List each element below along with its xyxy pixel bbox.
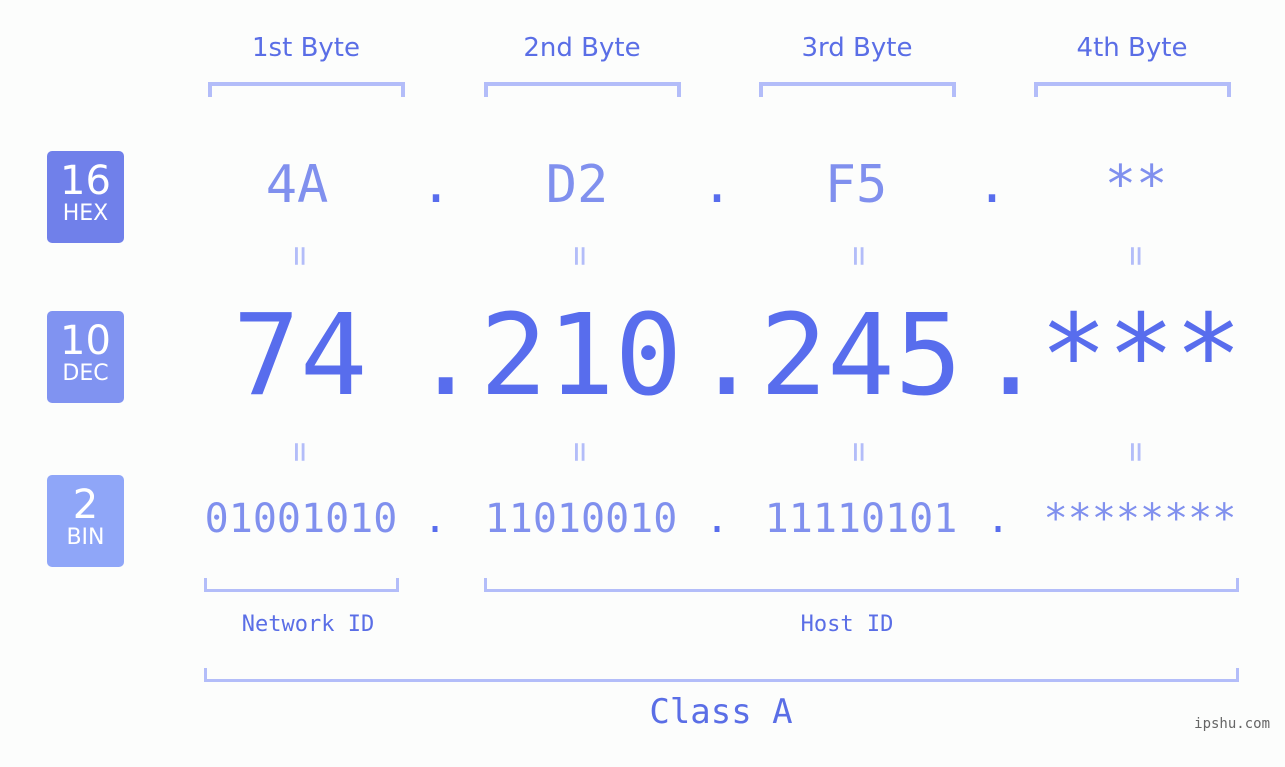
bin-byte-3: 11110101 <box>764 496 958 542</box>
host-id-bracket <box>484 578 1239 592</box>
dec-base-number: 10 <box>60 318 111 364</box>
byte-bracket-1 <box>208 82 405 97</box>
byte-header-1: 1st Byte <box>252 33 360 63</box>
hex-byte-4: ** <box>1104 155 1168 215</box>
hex-separator-1: . <box>420 155 452 215</box>
host-id-label: Host ID <box>800 612 894 637</box>
class-label: Class A <box>649 692 793 732</box>
network-id-label: Network ID <box>241 612 375 637</box>
byte-bracket-2 <box>484 82 681 97</box>
byte-header-3: 3rd Byte <box>801 33 913 63</box>
hex-base-name: HEX <box>62 201 109 226</box>
bin-byte-2: 11010010 <box>484 496 678 542</box>
hex-byte-1: 4A <box>265 155 329 215</box>
dec-base-badge: 10 DEC <box>47 311 124 403</box>
hex-byte-2: D2 <box>545 155 609 215</box>
byte-header-2: 2nd Byte <box>523 33 641 63</box>
dec-byte-1: 74 <box>232 291 368 421</box>
bin-separator-2: . <box>704 496 730 542</box>
dec-byte-3: 245 <box>759 291 963 421</box>
byte-header-4: 4th Byte <box>1076 33 1188 63</box>
class-bracket <box>204 668 1239 682</box>
dec-separator-1: . <box>412 291 480 421</box>
equals-sign: = <box>279 245 320 267</box>
hex-separator-3: . <box>976 155 1008 215</box>
equals-sign: = <box>1115 245 1156 267</box>
hex-separator-2: . <box>701 155 733 215</box>
bin-separator-1: . <box>422 496 448 542</box>
equals-sign: = <box>559 441 600 463</box>
byte-bracket-4 <box>1034 82 1231 97</box>
dec-separator-3: . <box>977 291 1045 421</box>
dec-byte-2: 210 <box>479 291 683 421</box>
hex-byte-3: F5 <box>824 155 888 215</box>
network-id-bracket <box>204 578 399 592</box>
equals-sign: = <box>838 441 879 463</box>
bin-byte-4: ******** <box>1043 496 1237 542</box>
equals-sign: = <box>838 245 879 267</box>
hex-base-number: 16 <box>60 158 111 204</box>
equals-sign: = <box>559 245 600 267</box>
bin-base-number: 2 <box>72 482 99 528</box>
bin-byte-1: 01001010 <box>204 496 398 542</box>
bin-base-badge: 2 BIN <box>47 475 124 567</box>
dec-base-name: DEC <box>62 361 109 386</box>
dec-byte-4: *** <box>1039 291 1243 421</box>
equals-sign: = <box>1115 441 1156 463</box>
watermark: ipshu.com <box>1194 716 1270 732</box>
dec-separator-2: . <box>693 291 761 421</box>
bin-separator-3: . <box>985 496 1011 542</box>
bin-base-name: BIN <box>66 525 105 550</box>
equals-sign: = <box>279 441 320 463</box>
hex-base-badge: 16 HEX <box>47 151 124 243</box>
byte-bracket-3 <box>759 82 956 97</box>
